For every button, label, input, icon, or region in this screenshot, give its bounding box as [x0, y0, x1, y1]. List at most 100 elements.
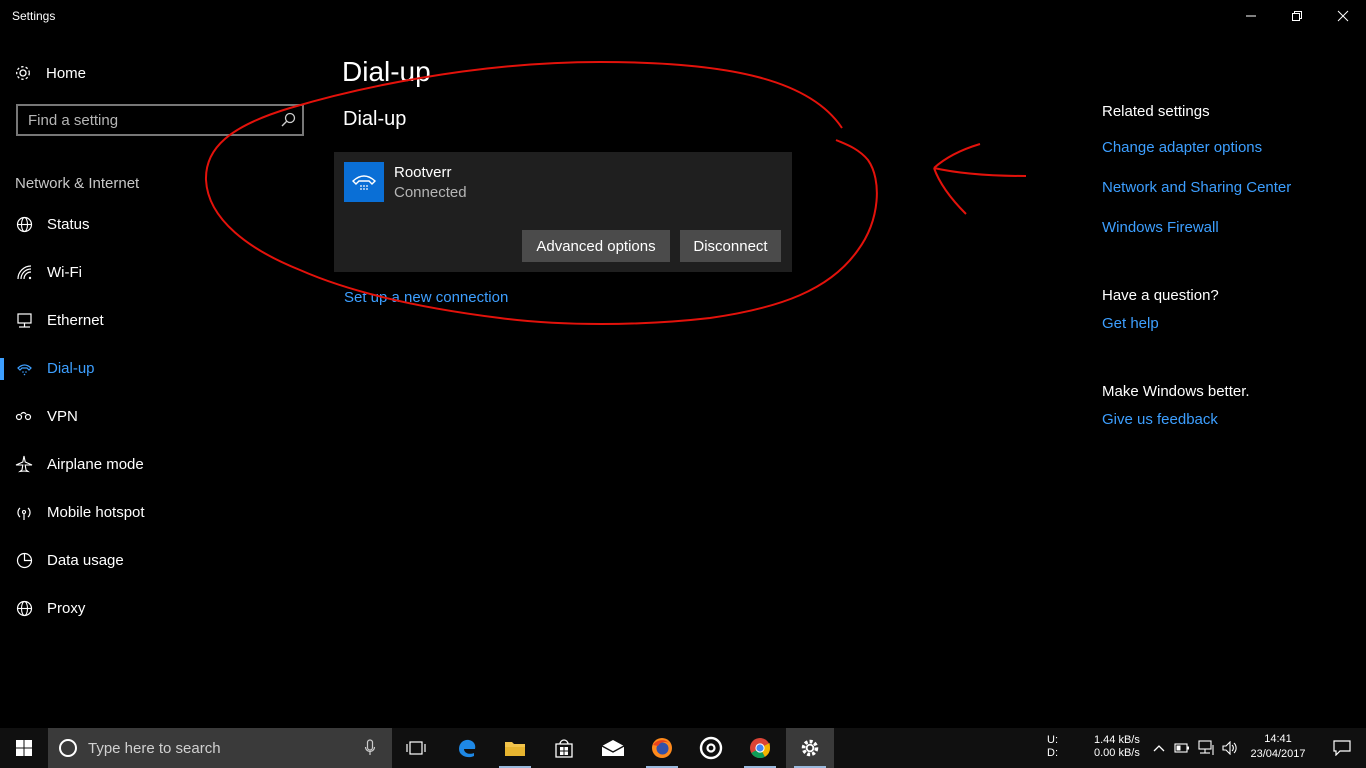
- related-settings-heading: Related settings: [1102, 103, 1210, 120]
- download-label: D:: [1047, 747, 1058, 759]
- network-icon: [1198, 740, 1214, 755]
- chrome-icon: [750, 738, 771, 759]
- settings-window: Settings Home Network & Internet Status: [0, 0, 1366, 768]
- gear-icon: [16, 66, 30, 80]
- sidebar-item-data-usage[interactable]: Data usage: [0, 540, 320, 580]
- setup-new-connection-link[interactable]: Set up a new connection: [344, 289, 508, 306]
- sidebar-item-airplane-mode[interactable]: Airplane mode: [0, 444, 320, 484]
- restore-icon: [1292, 11, 1302, 21]
- restore-button[interactable]: [1274, 0, 1320, 32]
- change-adapter-options-link[interactable]: Change adapter options: [1102, 139, 1262, 156]
- start-button[interactable]: [0, 728, 48, 768]
- dialup-connection-card[interactable]: Rootverr Connected Advanced options Disc…: [334, 152, 792, 272]
- network-status-button[interactable]: [1196, 728, 1218, 768]
- section-title: Network & Internet: [15, 175, 140, 192]
- battery-button[interactable]: [1172, 728, 1192, 768]
- sidebar-item-dialup[interactable]: Dial-up: [0, 348, 320, 388]
- sidebar-item-label: Mobile hotspot: [47, 503, 145, 521]
- download-speed: 0.00 kB/s: [1094, 747, 1140, 759]
- clock-time: 14:41: [1264, 733, 1292, 745]
- minimize-button[interactable]: [1228, 0, 1274, 32]
- disconnect-button[interactable]: Disconnect: [680, 230, 781, 262]
- store-app[interactable]: [540, 728, 588, 768]
- store-icon: [555, 739, 573, 758]
- sidebar-item-wifi[interactable]: Wi-Fi: [0, 252, 320, 292]
- sidebar-item-label: Status: [47, 215, 90, 233]
- task-view-button[interactable]: [392, 728, 440, 768]
- volume-icon: [1222, 741, 1237, 755]
- chevron-up-icon: [1153, 745, 1165, 752]
- groove-icon: [699, 736, 723, 760]
- microphone-icon[interactable]: [364, 739, 376, 757]
- section-heading: Dial-up: [343, 108, 407, 130]
- sidebar-item-vpn[interactable]: VPN: [0, 396, 320, 436]
- groove-music-app[interactable]: [687, 728, 735, 768]
- file-explorer-icon: [505, 742, 525, 756]
- dialup-phone-icon: [15, 359, 33, 377]
- sidebar-item-label: Airplane mode: [47, 455, 144, 473]
- airplane-icon: [15, 455, 33, 473]
- page-title: Dial-up: [342, 56, 431, 87]
- data-usage-icon: [15, 551, 33, 569]
- action-center-icon: [1333, 740, 1351, 756]
- sidebar-item-ethernet[interactable]: Ethernet: [0, 300, 320, 340]
- connection-status: Connected: [394, 184, 467, 201]
- chrome-app[interactable]: [736, 728, 784, 768]
- windows-firewall-link[interactable]: Windows Firewall: [1102, 219, 1219, 236]
- dialup-connection-icon: [344, 162, 384, 202]
- show-hidden-icons-button[interactable]: [1150, 728, 1168, 768]
- find-setting-input[interactable]: [18, 106, 278, 134]
- give-feedback-link[interactable]: Give us feedback: [1102, 411, 1218, 428]
- net-meter-labels: U: D:: [1047, 734, 1058, 760]
- sidebar-item-label: Wi-Fi: [47, 263, 82, 281]
- edge-icon: [459, 739, 476, 758]
- sidebar-item-label: Dial-up: [47, 359, 95, 377]
- upload-speed: 1.44 kB/s: [1094, 734, 1140, 746]
- net-meter-values: 1.44 kB/s 0.00 kB/s: [1094, 734, 1140, 760]
- firefox-app[interactable]: [638, 728, 686, 768]
- feedback-heading: Make Windows better.: [1102, 383, 1250, 400]
- sidebar-item-label: Ethernet: [47, 311, 104, 329]
- upload-label: U:: [1047, 734, 1058, 746]
- sidebar-item-label: Proxy: [47, 599, 86, 617]
- edge-app[interactable]: [443, 728, 491, 768]
- find-setting-search: [16, 104, 304, 136]
- window-title: Settings: [12, 9, 56, 23]
- battery-icon: [1174, 743, 1189, 753]
- cortana-icon: [59, 739, 77, 757]
- taskbar: U: D: 1.44 kB/s 0.00 kB/s 14:41 23/04/20…: [0, 728, 1366, 768]
- home-nav-item[interactable]: Home: [14, 60, 86, 86]
- mail-app[interactable]: [589, 728, 637, 768]
- get-help-link[interactable]: Get help: [1102, 315, 1159, 332]
- close-icon: [1337, 10, 1349, 22]
- home-label: Home: [46, 64, 87, 82]
- ethernet-icon: [15, 311, 33, 329]
- globe-icon: [15, 599, 33, 617]
- globe-icon: [15, 215, 33, 233]
- volume-button[interactable]: [1220, 728, 1240, 768]
- windows-logo-icon: [16, 740, 32, 756]
- action-center-button[interactable]: [1318, 728, 1366, 768]
- vpn-icon: [15, 407, 33, 425]
- search-icon[interactable]: [280, 112, 296, 128]
- taskbar-clock[interactable]: 14:41 23/04/2017: [1240, 732, 1316, 762]
- sidebar-item-label: Data usage: [47, 551, 124, 569]
- sidebar-item-proxy[interactable]: Proxy: [0, 588, 320, 628]
- settings-app[interactable]: [786, 728, 834, 768]
- sidebar-item-status[interactable]: Status: [0, 204, 320, 244]
- mail-icon: [601, 740, 625, 756]
- sidebar-item-label: VPN: [47, 407, 78, 425]
- close-button[interactable]: [1320, 0, 1366, 32]
- clock-date: 23/04/2017: [1250, 748, 1306, 760]
- taskbar-search-input[interactable]: [88, 728, 358, 768]
- annotation-arrow: [933, 143, 1027, 215]
- task-view-icon: [406, 741, 426, 755]
- sidebar-item-mobile-hotspot[interactable]: Mobile hotspot: [0, 492, 320, 532]
- firefox-icon: [652, 738, 672, 758]
- settings-gear-icon: [801, 739, 819, 757]
- file-explorer-app[interactable]: [491, 728, 539, 768]
- advanced-options-button[interactable]: Advanced options: [522, 230, 670, 262]
- connection-name: Rootverr: [394, 164, 452, 181]
- network-sharing-center-link[interactable]: Network and Sharing Center: [1102, 179, 1291, 196]
- active-indicator: [0, 358, 4, 380]
